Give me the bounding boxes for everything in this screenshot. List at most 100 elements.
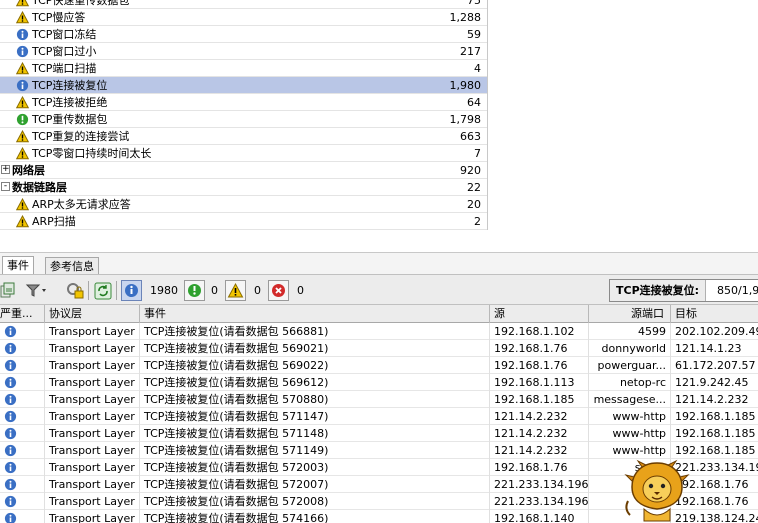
info-icon: [4, 444, 17, 457]
layer-cell: Transport Layer: [45, 476, 140, 493]
tree-item-row[interactable]: ARP扫描 2: [0, 213, 487, 230]
column-header-source[interactable]: 源: [490, 305, 589, 323]
events-toolbar: 1980 0 0 0 TCP连接被复位: 850/1,9: [0, 274, 758, 305]
tree-item-row[interactable]: TCP窗口冻结 59: [0, 26, 487, 43]
info-icon: [4, 393, 17, 406]
layer-cell: Transport Layer: [45, 425, 140, 442]
layer-cell: Transport Layer: [45, 442, 140, 459]
severity-cell: [0, 391, 45, 408]
table-row[interactable]: Transport Layer TCP连接被复位(请看数据包 571148) 121…: [0, 425, 758, 442]
source-port-cell: www-http: [589, 425, 671, 442]
source-cell: 221.233.134.196: [490, 476, 589, 493]
tree-item-row[interactable]: TCP快速重传数据包 75: [0, 0, 487, 9]
info-icon: [4, 478, 17, 491]
tree-item-row[interactable]: TCP重传数据包 1,798: [0, 111, 487, 128]
ok-filter-button[interactable]: [184, 280, 205, 301]
info-filter-button[interactable]: [121, 280, 142, 301]
layer-cell: Transport Layer: [45, 340, 140, 357]
error-count: 0: [297, 284, 304, 297]
tree-item-row[interactable]: TCP重复的连接尝试 663: [0, 128, 487, 145]
tree-item-row[interactable]: TCP端口扫描 4: [0, 60, 487, 77]
tree-item-row[interactable]: TCP连接被拒绝 64: [0, 94, 487, 111]
tree-item-count: 4: [474, 62, 481, 75]
toolbar-separator: [116, 281, 117, 300]
tree-item-count: 1,798: [449, 113, 482, 126]
tree-item-row[interactable]: ARP太多无请求应答 20: [0, 196, 487, 213]
toolbar-separator: [88, 281, 89, 300]
filter-box[interactable]: TCP连接被复位: 850/1,9: [609, 279, 758, 302]
filter-label: TCP连接被复位:: [610, 280, 707, 301]
tree-group-row[interactable]: + 网络层 920: [0, 162, 487, 179]
source-port-cell: messagese...: [589, 391, 671, 408]
event-cell: TCP连接被复位(请看数据包 574166): [140, 510, 490, 523]
tab-reference-info[interactable]: 参考信息: [45, 257, 99, 275]
collapse-icon[interactable]: -: [1, 182, 10, 191]
tree-item-row[interactable]: TCP零窗口持续时间太长 7: [0, 145, 487, 162]
tree-item-label: TCP连接被拒绝: [32, 96, 108, 109]
event-cell: TCP连接被复位(请看数据包 569022): [140, 357, 490, 374]
event-cell: TCP连接被复位(请看数据包 569612): [140, 374, 490, 391]
ok-icon: [188, 284, 201, 297]
info-icon: [4, 427, 17, 440]
tree-item-row[interactable]: TCP连接被复位 1,980: [0, 77, 487, 94]
expand-icon[interactable]: +: [1, 165, 10, 174]
column-header-layer[interactable]: 协议层: [45, 305, 140, 323]
warning-icon: [15, 61, 30, 75]
export-icon[interactable]: [0, 280, 16, 301]
destination-cell: 192.168.1.185: [671, 408, 758, 425]
table-row[interactable]: Transport Layer TCP连接被复位(请看数据包 566881) 192…: [0, 323, 758, 340]
event-cell: TCP连接被复位(请看数据包 572007): [140, 476, 490, 493]
filter-icon[interactable]: [24, 280, 48, 301]
layer-cell: Transport Layer: [45, 374, 140, 391]
column-header-destination[interactable]: 目标: [671, 305, 758, 323]
column-header-severity[interactable]: 严重...: [0, 305, 45, 323]
source-cell: 192.168.1.185: [490, 391, 589, 408]
info-icon: [125, 284, 138, 297]
info-icon: [4, 495, 17, 508]
tab-events[interactable]: 事件: [2, 256, 34, 275]
table-row[interactable]: Transport Layer TCP连接被复位(请看数据包 571147) 121…: [0, 408, 758, 425]
error-filter-button[interactable]: [268, 280, 289, 301]
column-header-source-port[interactable]: 源端口: [589, 305, 671, 323]
info-icon: [4, 342, 17, 355]
event-cell: TCP连接被复位(请看数据包 572008): [140, 493, 490, 510]
tree-item-label: 数据链路层: [12, 181, 67, 194]
source-port-cell: netop-rc: [589, 374, 671, 391]
tree-item-count: 1,980: [449, 79, 482, 92]
tree-item-label: ARP扫描: [32, 215, 76, 228]
severity-cell: [0, 408, 45, 425]
table-row[interactable]: Transport Layer TCP连接被复位(请看数据包 570880) 192…: [0, 391, 758, 408]
event-cell: TCP连接被复位(请看数据包 571147): [140, 408, 490, 425]
table-row[interactable]: Transport Layer TCP连接被复位(请看数据包 569021) 192…: [0, 340, 758, 357]
tree-item-label: TCP慢应答: [32, 11, 86, 24]
source-cell: 121.14.2.232: [490, 442, 589, 459]
tree-item-label: ARP太多无请求应答: [32, 198, 131, 211]
info-icon: [16, 79, 29, 92]
warning-icon: [15, 10, 30, 24]
source-port-cell: www-http: [589, 408, 671, 425]
destination-cell: 121.14.2.232: [671, 391, 758, 408]
tree-item-label: TCP窗口冻结: [32, 28, 97, 41]
ok-icon: [16, 113, 29, 126]
table-row[interactable]: Transport Layer TCP连接被复位(请看数据包 569022) 192…: [0, 357, 758, 374]
tree-item-label: TCP端口扫描: [32, 62, 97, 75]
severity-cell: [0, 340, 45, 357]
severity-cell: [0, 357, 45, 374]
destination-cell: 202.102.209.49: [671, 323, 758, 340]
refresh-icon[interactable]: [94, 280, 112, 301]
warning-icon: [15, 0, 30, 7]
table-row[interactable]: Transport Layer TCP连接被复位(请看数据包 571149) 121…: [0, 442, 758, 459]
tree-group-row[interactable]: - 数据链路层 22: [0, 179, 487, 196]
tree-item-row[interactable]: TCP慢应答 1,288: [0, 9, 487, 26]
tree-item-count: 2: [474, 215, 481, 228]
filter-settings-icon[interactable]: [64, 280, 86, 301]
destination-cell: 121.14.1.23: [671, 340, 758, 357]
column-header-event[interactable]: 事件: [140, 305, 490, 323]
tree-item-row[interactable]: TCP窗口过小 217: [0, 43, 487, 60]
warning-filter-button[interactable]: [225, 280, 246, 301]
table-row[interactable]: Transport Layer TCP连接被复位(请看数据包 569612) 192…: [0, 374, 758, 391]
tree-item-count: 20: [467, 198, 481, 211]
info-icon: [4, 325, 17, 338]
event-cell: TCP连接被复位(请看数据包 571149): [140, 442, 490, 459]
event-cell: TCP连接被复位(请看数据包 572003): [140, 459, 490, 476]
